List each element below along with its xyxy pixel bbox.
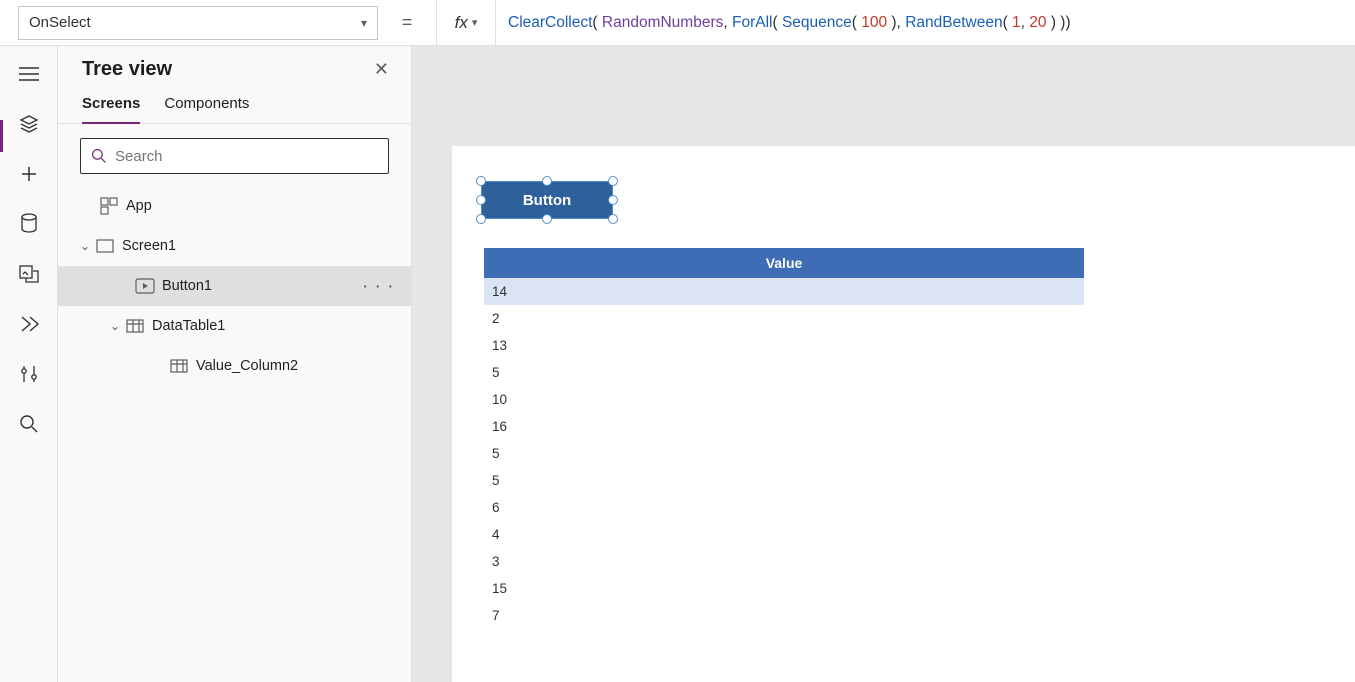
- table-row[interactable]: 15: [484, 575, 1084, 602]
- table-row[interactable]: 4: [484, 521, 1084, 548]
- chevron-down-icon[interactable]: ⌄: [106, 319, 124, 333]
- formula-token: ClearCollect: [508, 14, 592, 32]
- table-row[interactable]: 3: [484, 548, 1084, 575]
- tree-list: App ⌄ Screen1 Button1 · · · ⌄ DataTable1 Value_…: [58, 184, 411, 386]
- property-dropdown[interactable]: OnSelect ▾: [18, 6, 378, 40]
- formula-token: (: [772, 14, 781, 32]
- resize-handle[interactable]: [476, 214, 486, 224]
- table-row[interactable]: 13: [484, 332, 1084, 359]
- media-icon[interactable]: [17, 262, 41, 286]
- tree-tabs: Screens Components: [58, 89, 411, 124]
- table-row[interactable]: 14: [484, 278, 1084, 305]
- settings-sliders-icon[interactable]: [17, 362, 41, 386]
- search-icon: [91, 148, 107, 164]
- formula-token: (: [592, 14, 601, 32]
- resize-handle[interactable]: [476, 176, 486, 186]
- table-row[interactable]: 2: [484, 305, 1084, 332]
- tree-item-label: DataTable1: [152, 318, 225, 334]
- data-icon[interactable]: [17, 212, 41, 236]
- table-row[interactable]: 6: [484, 494, 1084, 521]
- table-row[interactable]: 5: [484, 467, 1084, 494]
- property-dropdown-value: OnSelect: [29, 14, 91, 31]
- formula-token: (: [852, 14, 861, 32]
- tree-item-label: Screen1: [122, 238, 176, 254]
- formula-token: 1: [1012, 14, 1021, 32]
- resize-handle[interactable]: [542, 176, 552, 186]
- canvas-button[interactable]: Button: [482, 182, 612, 218]
- canvas-datatable[interactable]: Value 142135101655643157: [484, 248, 1084, 629]
- tree-item-screen1[interactable]: ⌄ Screen1: [58, 226, 411, 266]
- tree-item-button1[interactable]: Button1 · · ·: [58, 266, 411, 306]
- power-automate-icon[interactable]: [17, 312, 41, 336]
- chevron-down-icon: ▾: [361, 16, 367, 30]
- insert-icon[interactable]: [17, 162, 41, 186]
- formula-token: RandomNumbers: [602, 14, 723, 32]
- formula-input[interactable]: ClearCollect( RandomNumbers, ForAll( Seq…: [496, 0, 1355, 46]
- tab-components[interactable]: Components: [164, 89, 249, 123]
- tree-item-label: App: [126, 198, 152, 214]
- tree-item-app[interactable]: App: [58, 186, 411, 226]
- formula-token: 100: [861, 14, 887, 32]
- app-icon: [98, 197, 120, 215]
- left-rail: [0, 46, 58, 682]
- resize-handle[interactable]: [476, 195, 486, 205]
- table-row[interactable]: 16: [484, 413, 1084, 440]
- table-row[interactable]: 5: [484, 440, 1084, 467]
- chevron-down-icon: ▾: [472, 16, 478, 29]
- fx-label: fx: [455, 13, 468, 33]
- datatable-header[interactable]: Value: [484, 248, 1084, 278]
- search-icon[interactable]: [17, 412, 41, 436]
- formula-token: (: [1003, 14, 1012, 32]
- formula-token: ForAll: [732, 14, 772, 32]
- search-box[interactable]: [80, 138, 389, 174]
- tree-item-value_column2[interactable]: Value_Column2: [58, 346, 411, 386]
- more-icon[interactable]: · · ·: [363, 278, 395, 294]
- resize-handle[interactable]: [608, 214, 618, 224]
- selected-control-button[interactable]: Button: [482, 182, 612, 218]
- formula-token: ,: [1021, 14, 1030, 32]
- close-icon[interactable]: ✕: [374, 59, 389, 80]
- equals-label: =: [378, 12, 436, 33]
- tree-item-label: Value_Column2: [196, 358, 298, 374]
- tree-view-icon[interactable]: [17, 112, 41, 136]
- table-icon: [124, 319, 146, 333]
- tree-item-label: Button1: [162, 278, 212, 294]
- column-icon: [168, 359, 190, 373]
- formula-token: ) )): [1047, 14, 1071, 32]
- screen-icon: [94, 239, 116, 253]
- formula-token: RandBetween: [905, 14, 1002, 32]
- formula-token: Sequence: [782, 14, 852, 32]
- canvas-area: Button Value 142135101655643157: [412, 46, 1355, 682]
- formula-token: ,: [723, 14, 732, 32]
- tree-view-panel: Tree view ✕ Screens Components App ⌄ Scree…: [58, 46, 412, 682]
- resize-handle[interactable]: [608, 195, 618, 205]
- table-row[interactable]: 5: [484, 359, 1084, 386]
- table-row[interactable]: 10: [484, 386, 1084, 413]
- fx-button[interactable]: fx ▾: [436, 0, 496, 46]
- resize-handle[interactable]: [608, 176, 618, 186]
- canvas-button-label: Button: [523, 192, 571, 209]
- tree-item-datatable1[interactable]: ⌄ DataTable1: [58, 306, 411, 346]
- table-row[interactable]: 7: [484, 602, 1084, 629]
- resize-handle[interactable]: [542, 214, 552, 224]
- formula-token: 20: [1029, 14, 1046, 32]
- button-icon: [134, 278, 156, 294]
- formula-token: ),: [887, 14, 905, 32]
- tab-screens[interactable]: Screens: [82, 89, 140, 124]
- tree-view-title: Tree view: [82, 58, 172, 81]
- rail-selection-indicator: [0, 120, 3, 152]
- search-input[interactable]: [115, 148, 378, 165]
- chevron-down-icon[interactable]: ⌄: [76, 239, 94, 253]
- canvas-screen[interactable]: Button Value 142135101655643157: [452, 146, 1355, 682]
- datatable-body: 142135101655643157: [484, 278, 1084, 629]
- formula-bar: OnSelect ▾ = fx ▾ ClearCollect( RandomNu…: [0, 0, 1355, 46]
- hamburger-icon[interactable]: [17, 62, 41, 86]
